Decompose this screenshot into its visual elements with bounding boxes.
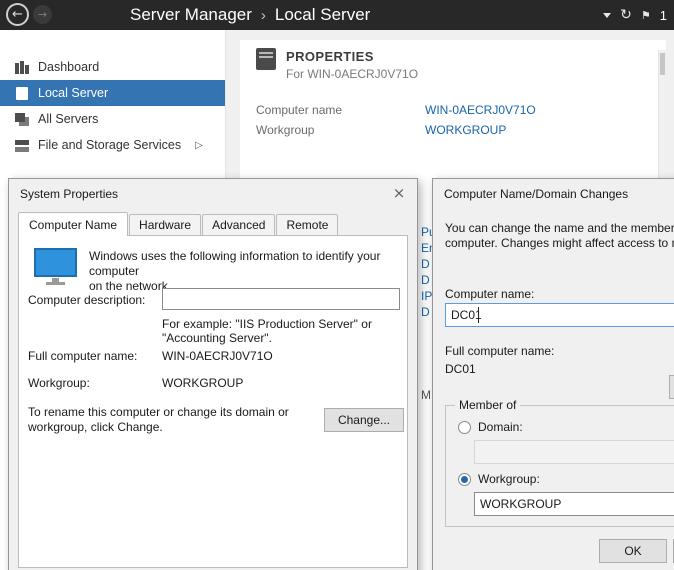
domain-input[interactable] <box>474 440 674 464</box>
computer-monitor-icon <box>33 248 79 293</box>
sidebar-item-label: File and Storage Services <box>38 138 181 152</box>
change-button[interactable]: Change... <box>324 408 404 432</box>
full-computer-name-value: WIN-0AECRJ0V71O <box>162 349 273 363</box>
notification-count[interactable]: 1 <box>660 8 667 23</box>
property-label: Computer name <box>256 103 342 117</box>
rename-instruction-text: To rename this computer or change its do… <box>28 405 289 435</box>
workgroup-link[interactable]: WORKGROUP <box>425 123 506 137</box>
member-of-groupbox: Member of Domain: Workgroup: <box>445 405 674 527</box>
domain-changes-intro-line2: computer. Changes might affect access to… <box>445 236 674 250</box>
tab-strip: Computer Name Hardware Advanced Remote <box>18 213 408 235</box>
domain-changes-dialog: Computer Name/Domain Changes You can cha… <box>432 178 674 570</box>
server-properties-icon <box>256 48 276 75</box>
tab-hardware[interactable]: Hardware <box>129 214 201 235</box>
workgroup-label: Workgroup: <box>28 376 90 390</box>
sidebar-item-dashboard[interactable]: Dashboard <box>0 54 225 80</box>
computer-description-input[interactable] <box>162 288 400 310</box>
topbar-actions: ↻ ⚑ 1 <box>603 0 667 30</box>
description-example-line1: For example: "IIS Production Server" or <box>162 317 372 331</box>
breadcrumb-separator-icon: › <box>261 6 266 24</box>
sidebar-item-label: Local Server <box>38 86 108 100</box>
occluded-text-fragment: M <box>421 388 431 402</box>
identification-text-line2: on the network. <box>89 279 171 293</box>
property-row: Computer name WIN-0AECRJ0V71O <box>240 103 666 119</box>
chevron-down-icon[interactable] <box>603 13 611 18</box>
rename-instruction-line2: workgroup, click Change. <box>28 420 163 434</box>
computer-name-label: Computer name: <box>445 287 534 301</box>
expand-right-icon[interactable]: ▷ <box>195 140 203 151</box>
domain-changes-intro-text: You can change the name and the membersh… <box>445 221 674 251</box>
forward-button[interactable]: → <box>33 5 52 24</box>
tab-remote[interactable]: Remote <box>276 214 338 235</box>
property-label: Workgroup <box>256 123 314 137</box>
storage-icon <box>15 139 29 152</box>
computer-name-field-wrap <box>445 303 674 327</box>
domain-radio-button[interactable] <box>458 421 471 434</box>
sidebar-item-all-servers[interactable]: All Servers <box>0 106 225 132</box>
ok-button[interactable]: OK <box>599 539 667 563</box>
occluded-link-fragment[interactable]: D <box>421 257 430 271</box>
workgroup-radio-label: Workgroup: <box>478 472 540 486</box>
dialog-title: System Properties <box>20 187 118 201</box>
close-icon[interactable]: × <box>390 184 408 202</box>
identification-text-line1: Windows uses the following information t… <box>89 249 380 278</box>
computer-name-tab-page: Windows uses the following information t… <box>18 235 408 568</box>
occluded-link-fragment[interactable]: IP <box>421 289 432 303</box>
more-button-cutoff[interactable] <box>669 375 674 399</box>
title-bar: ← → Server Manager › Local Server ↻ ⚑ 1 <box>0 0 674 30</box>
dialog-title: Computer Name/Domain Changes <box>444 187 628 201</box>
computer-name-input[interactable] <box>445 303 674 327</box>
sidebar-item-file-storage-services[interactable]: File and Storage Services ▷ <box>0 132 225 158</box>
server-manager-window: ← → Server Manager › Local Server ↻ ⚑ 1 … <box>0 0 674 570</box>
computer-description-label: Computer description: <box>28 293 145 307</box>
workgroup-input[interactable] <box>474 492 674 516</box>
workgroup-radio-button[interactable] <box>458 473 471 486</box>
text-cursor <box>478 307 479 323</box>
system-properties-dialog: System Properties × Computer Name Hardwa… <box>8 178 418 570</box>
properties-subheading: For WIN-0AECRJ0V71O <box>286 67 418 81</box>
full-computer-name-label: Full computer name: <box>445 344 554 358</box>
property-row: Workgroup WORKGROUP <box>240 123 666 139</box>
refresh-icon[interactable]: ↻ <box>620 7 632 23</box>
dashboard-icon <box>15 61 29 74</box>
computer-name-link[interactable]: WIN-0AECRJ0V71O <box>425 103 536 117</box>
breadcrumb: Server Manager › Local Server <box>130 0 370 30</box>
domain-changes-intro-line1: You can change the name and the membersh… <box>445 221 674 235</box>
sidebar-item-label: Dashboard <box>38 60 99 74</box>
full-computer-name-value: DC01 <box>445 362 476 376</box>
servers-icon <box>15 113 29 126</box>
tab-computer-name[interactable]: Computer Name <box>18 212 128 236</box>
domain-radio-label: Domain: <box>478 420 523 434</box>
notification-flag-icon[interactable]: ⚑ <box>641 9 651 22</box>
workgroup-radio-row: Workgroup: <box>458 472 540 486</box>
sidebar-item-label: All Servers <box>38 112 98 126</box>
occluded-link-fragment[interactable]: D <box>421 305 430 319</box>
domain-radio-row: Domain: <box>458 420 523 434</box>
workgroup-value: WORKGROUP <box>162 376 243 390</box>
breadcrumb-section[interactable]: Local Server <box>275 5 370 25</box>
rename-instruction-line1: To rename this computer or change its do… <box>28 405 289 419</box>
back-button[interactable]: ← <box>6 3 29 26</box>
member-of-label: Member of <box>455 398 520 412</box>
description-example-text: For example: "IIS Production Server" or … <box>162 317 372 345</box>
sidebar-item-local-server[interactable]: Local Server <box>0 80 225 106</box>
properties-heading: PROPERTIES <box>286 49 374 64</box>
tab-advanced[interactable]: Advanced <box>202 214 275 235</box>
description-example-line2: "Accounting Server". <box>162 331 272 345</box>
scrollbar-thumb[interactable] <box>660 53 665 75</box>
occluded-link-fragment[interactable]: D <box>421 273 430 287</box>
full-computer-name-label: Full computer name: <box>28 349 137 363</box>
server-icon <box>15 87 29 100</box>
breadcrumb-app-title[interactable]: Server Manager <box>130 5 252 25</box>
